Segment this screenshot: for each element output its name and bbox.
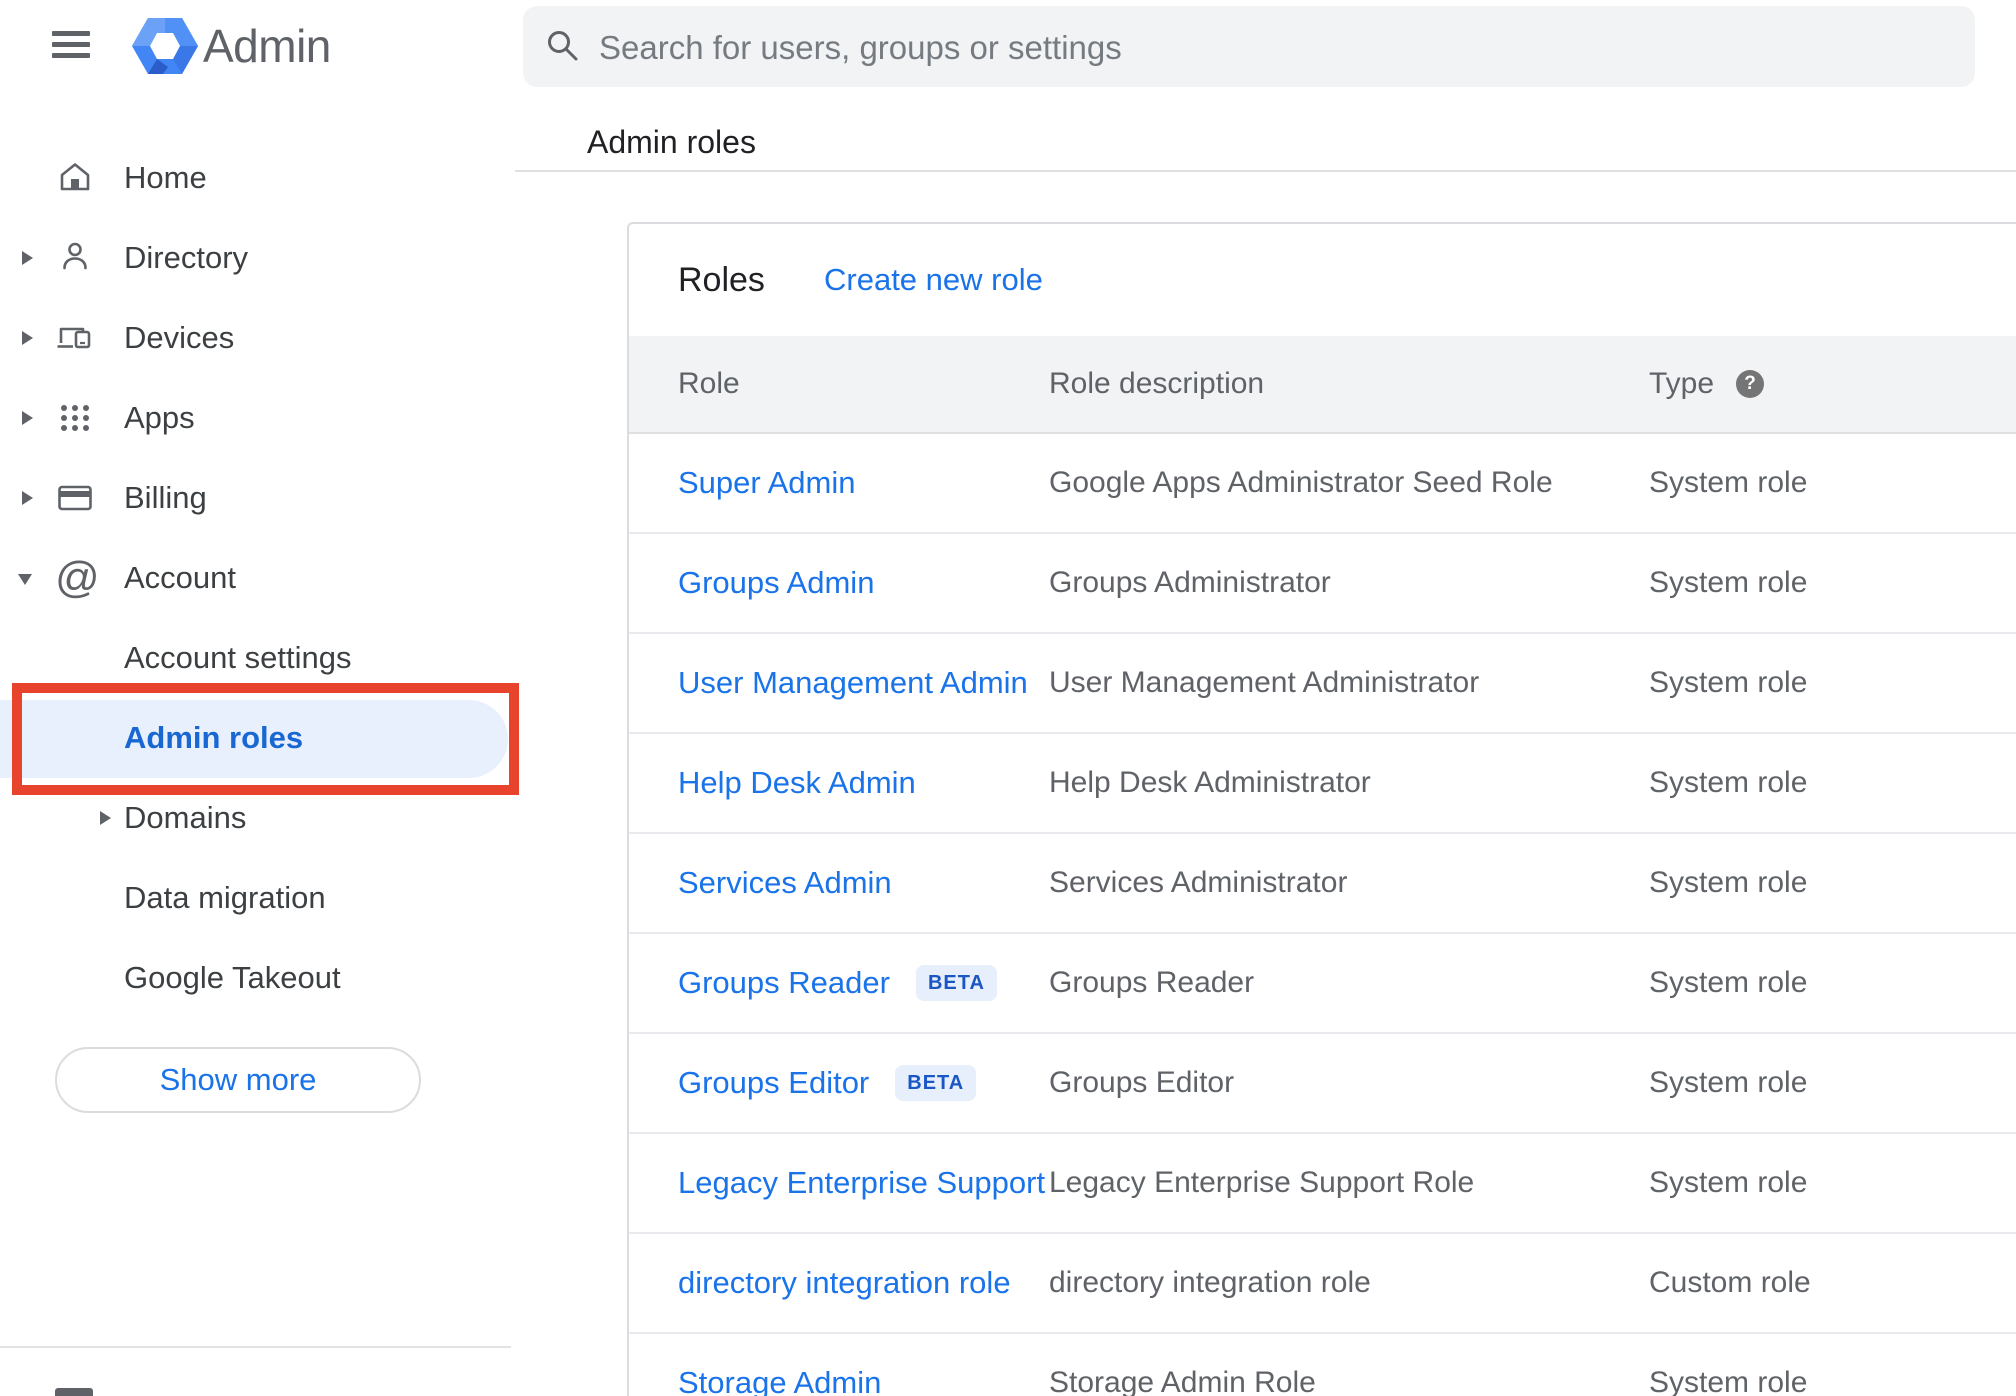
at-sign-icon: @ <box>55 553 100 602</box>
sidebar-item-admin-roles[interactable]: Admin roles <box>0 698 511 778</box>
expand-arrow-icon[interactable] <box>100 811 111 825</box>
role-description: Google Apps Administrator Seed Role <box>1049 466 1553 499</box>
role-type: System role <box>1649 1366 1808 1396</box>
sidebar-bottom-partial-icon <box>55 1388 93 1396</box>
table-row: directory integration role directory int… <box>629 1234 2016 1334</box>
card-title: Roles <box>678 261 765 299</box>
search-icon <box>548 31 578 61</box>
apps-grid-icon <box>55 398 95 438</box>
sidebar-item-apps[interactable]: Apps <box>0 378 511 458</box>
roles-card: Roles Create new role Role Role descript… <box>627 222 2016 1396</box>
role-link[interactable]: Groups Admin <box>678 565 874 601</box>
help-icon[interactable]: ? <box>1736 370 1765 398</box>
table-row: Groups Editor BETA Groups Editor System … <box>629 1034 2016 1134</box>
role-type: System role <box>1649 566 1808 599</box>
role-link[interactable]: Groups Reader <box>678 965 890 1001</box>
sidebar-item-home[interactable]: Home <box>0 138 511 218</box>
table-row: Groups Admin Groups Administrator System… <box>629 534 2016 634</box>
role-type: Custom role <box>1649 1266 1811 1299</box>
home-icon <box>55 158 95 198</box>
expand-arrow-icon[interactable] <box>22 411 33 425</box>
role-link[interactable]: Legacy Enterprise Support <box>678 1165 1045 1201</box>
role-type: System role <box>1649 966 1808 999</box>
table-row: Super Admin Google Apps Administrator Se… <box>629 434 2016 534</box>
admin-logo-icon <box>132 18 198 74</box>
role-link[interactable]: Super Admin <box>678 465 856 501</box>
column-header-role: Role <box>678 367 740 400</box>
role-type: System role <box>1649 466 1808 499</box>
role-type: System role <box>1649 866 1808 899</box>
role-type: System role <box>1649 666 1808 699</box>
beta-badge: BETA <box>915 965 997 1001</box>
role-description: Groups Administrator <box>1049 566 1331 599</box>
hamburger-icon <box>52 31 90 36</box>
person-icon <box>55 238 95 278</box>
hamburger-menu-button[interactable] <box>52 31 90 58</box>
role-type: System role <box>1649 1166 1808 1199</box>
column-header-type: Type <box>1649 367 1715 400</box>
search-input[interactable] <box>597 6 1901 89</box>
devices-icon <box>55 318 95 358</box>
role-description: Legacy Enterprise Support Role <box>1049 1166 1475 1199</box>
search-bar[interactable] <box>523 6 1975 89</box>
sidebar-item-account-settings[interactable]: Account settings <box>0 618 511 698</box>
table-row: User Management Admin User Management Ad… <box>629 634 2016 734</box>
sidebar-item-domains[interactable]: Domains <box>0 778 511 858</box>
table-header-row: Role Role description Type ? <box>629 336 2016 434</box>
table-row: Groups Reader BETA Groups Reader System … <box>629 934 2016 1034</box>
page-title: Admin roles <box>587 124 756 160</box>
role-description: Groups Reader <box>1049 966 1255 999</box>
role-description: directory integration role <box>1049 1266 1371 1299</box>
expand-arrow-icon[interactable] <box>22 331 33 345</box>
sidebar-item-billing[interactable]: Billing <box>0 458 511 538</box>
role-link[interactable]: User Management Admin <box>678 665 1028 701</box>
role-link[interactable]: directory integration role <box>678 1265 1011 1301</box>
table-row: Services Admin Services Administrator Sy… <box>629 834 2016 934</box>
sidebar-item-devices[interactable]: Devices <box>0 298 511 378</box>
show-more-button[interactable]: Show more <box>55 1047 421 1113</box>
content-divider <box>515 170 2016 172</box>
table-row: Storage Admin Storage Admin Role System … <box>629 1334 2016 1396</box>
table-row: Help Desk Admin Help Desk Administrator … <box>629 734 2016 834</box>
role-link[interactable]: Groups Editor <box>678 1065 869 1101</box>
role-description: Storage Admin Role <box>1049 1366 1316 1396</box>
column-header-description: Role description <box>1049 367 1265 400</box>
create-new-role-link[interactable]: Create new role <box>824 224 1043 336</box>
role-type: System role <box>1649 1066 1808 1099</box>
sidebar-item-directory[interactable]: Directory <box>0 218 511 298</box>
sidebar-item-data-migration[interactable]: Data migration <box>0 858 511 938</box>
role-link[interactable]: Help Desk Admin <box>678 765 916 801</box>
role-link[interactable]: Storage Admin <box>678 1365 881 1396</box>
expand-arrow-icon[interactable] <box>22 491 33 505</box>
role-description: Services Administrator <box>1049 866 1348 899</box>
role-description: Groups Editor <box>1049 1066 1235 1099</box>
roles-card-header: Roles Create new role <box>629 224 2016 336</box>
role-type: System role <box>1649 766 1808 799</box>
table-row: Legacy Enterprise Support Legacy Enterpr… <box>629 1134 2016 1234</box>
beta-badge: BETA <box>895 1065 977 1101</box>
expand-arrow-icon[interactable] <box>22 251 33 265</box>
sidebar-item-account[interactable]: @ Account <box>0 538 511 618</box>
sidebar-item-google-takeout[interactable]: Google Takeout <box>0 938 511 1018</box>
collapse-arrow-icon[interactable] <box>18 574 32 585</box>
role-description: User Management Administrator <box>1049 666 1480 699</box>
sidebar-divider <box>0 1346 511 1348</box>
admin-logo-text: Admin <box>203 20 331 72</box>
role-link[interactable]: Services Admin <box>678 865 892 901</box>
credit-card-icon <box>55 478 95 518</box>
role-description: Help Desk Administrator <box>1049 766 1371 799</box>
